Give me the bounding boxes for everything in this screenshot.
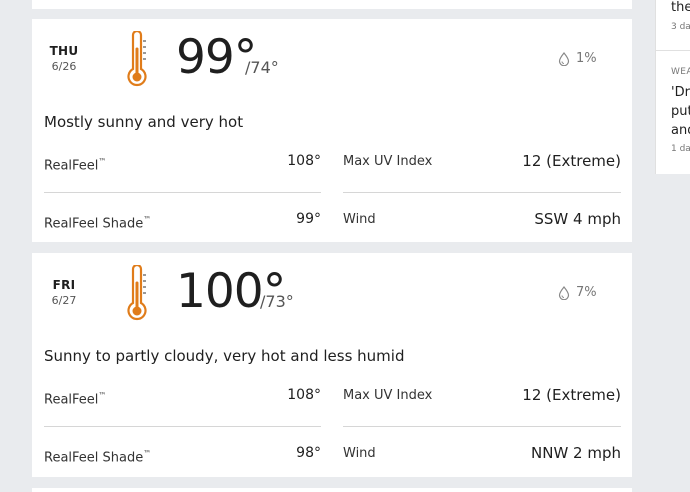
details-right: Max UV Index 12 (Extreme) Wind NNW 2 mph xyxy=(343,383,621,471)
news-timestamp: 1 day xyxy=(671,144,690,154)
raindrop-icon xyxy=(558,51,570,66)
next-day-card xyxy=(32,488,632,492)
news-headline-link[interactable]: 'Dra xyxy=(671,83,690,102)
day-date: THU 6/26 xyxy=(44,44,84,73)
day-of-week: FRI xyxy=(52,278,76,292)
precip-chance: 1% xyxy=(558,51,597,66)
day-card-thu[interactable]: THU 6/26 99° /74° 1% Mostly sunny and ve… xyxy=(32,19,632,242)
raindrop-icon xyxy=(558,285,570,300)
realfeel-shade-value: 98° xyxy=(296,445,321,461)
realfeel-value: 108° xyxy=(287,153,321,169)
realfeel-value: 108° xyxy=(287,387,321,403)
realfeel-shade-row: RealFeel Shade™ 98° xyxy=(44,427,321,471)
realfeel-shade-label: RealFeel Shade™ xyxy=(44,449,152,466)
forecast-phrase: Mostly sunny and very hot xyxy=(44,113,244,131)
previous-day-card xyxy=(32,0,632,9)
date: 6/26 xyxy=(51,60,77,73)
details-right: Max UV Index 12 (Extreme) Wind SSW 4 mph xyxy=(343,149,621,237)
date: 6/27 xyxy=(51,294,77,307)
low-temp: /73° xyxy=(260,292,294,311)
details-left: RealFeel™ 108° RealFeel Shade™ 99° xyxy=(44,149,321,237)
precip-chance: 7% xyxy=(558,285,597,300)
news-category: WEA xyxy=(671,67,690,77)
realfeel-label: RealFeel™ xyxy=(44,157,107,174)
thermometer-icon xyxy=(127,31,147,87)
precip-value: 1% xyxy=(576,51,597,66)
uv-label: Max UV Index xyxy=(343,388,433,403)
news-headline-link[interactable]: and xyxy=(671,121,690,140)
realfeel-shade-label: RealFeel Shade™ xyxy=(44,215,152,232)
wind-row: Wind SSW 4 mph xyxy=(343,193,621,237)
divider xyxy=(656,50,690,51)
uv-value: 12 (Extreme) xyxy=(522,386,621,404)
wind-row: Wind NNW 2 mph xyxy=(343,427,621,471)
wind-value: NNW 2 mph xyxy=(531,444,621,462)
news-timestamp: 3 da xyxy=(671,22,690,32)
wind-label: Wind xyxy=(343,212,376,227)
wind-value: SSW 4 mph xyxy=(534,210,621,228)
uv-row: Max UV Index 12 (Extreme) xyxy=(343,149,621,193)
day-card-fri[interactable]: FRI 6/27 100° /73° 7% Sunny to partly cl… xyxy=(32,253,632,477)
details-left: RealFeel™ 108° RealFeel Shade™ 98° xyxy=(44,383,321,471)
uv-label: Max UV Index xyxy=(343,154,433,169)
precip-value: 7% xyxy=(576,285,597,300)
uv-value: 12 (Extreme) xyxy=(522,152,621,170)
realfeel-shade-row: RealFeel Shade™ 99° xyxy=(44,193,321,237)
uv-row: Max UV Index 12 (Extreme) xyxy=(343,383,621,427)
news-headline-link[interactable]: the xyxy=(671,0,690,15)
forecast-phrase: Sunny to partly cloudy, very hot and les… xyxy=(44,347,405,365)
realfeel-label: RealFeel™ xyxy=(44,391,107,408)
realfeel-row: RealFeel™ 108° xyxy=(44,149,321,193)
thermometer-icon xyxy=(127,265,147,321)
day-of-week: THU xyxy=(49,44,79,58)
wind-label: Wind xyxy=(343,446,376,461)
low-temp: /74° xyxy=(245,58,279,77)
realfeel-shade-value: 99° xyxy=(296,211,321,227)
news-sidebar: the 3 da WEA 'Dra put and 1 day xyxy=(655,0,690,174)
realfeel-row: RealFeel™ 108° xyxy=(44,383,321,427)
news-headline-link[interactable]: put xyxy=(671,102,690,121)
day-date: FRI 6/27 xyxy=(44,278,84,307)
